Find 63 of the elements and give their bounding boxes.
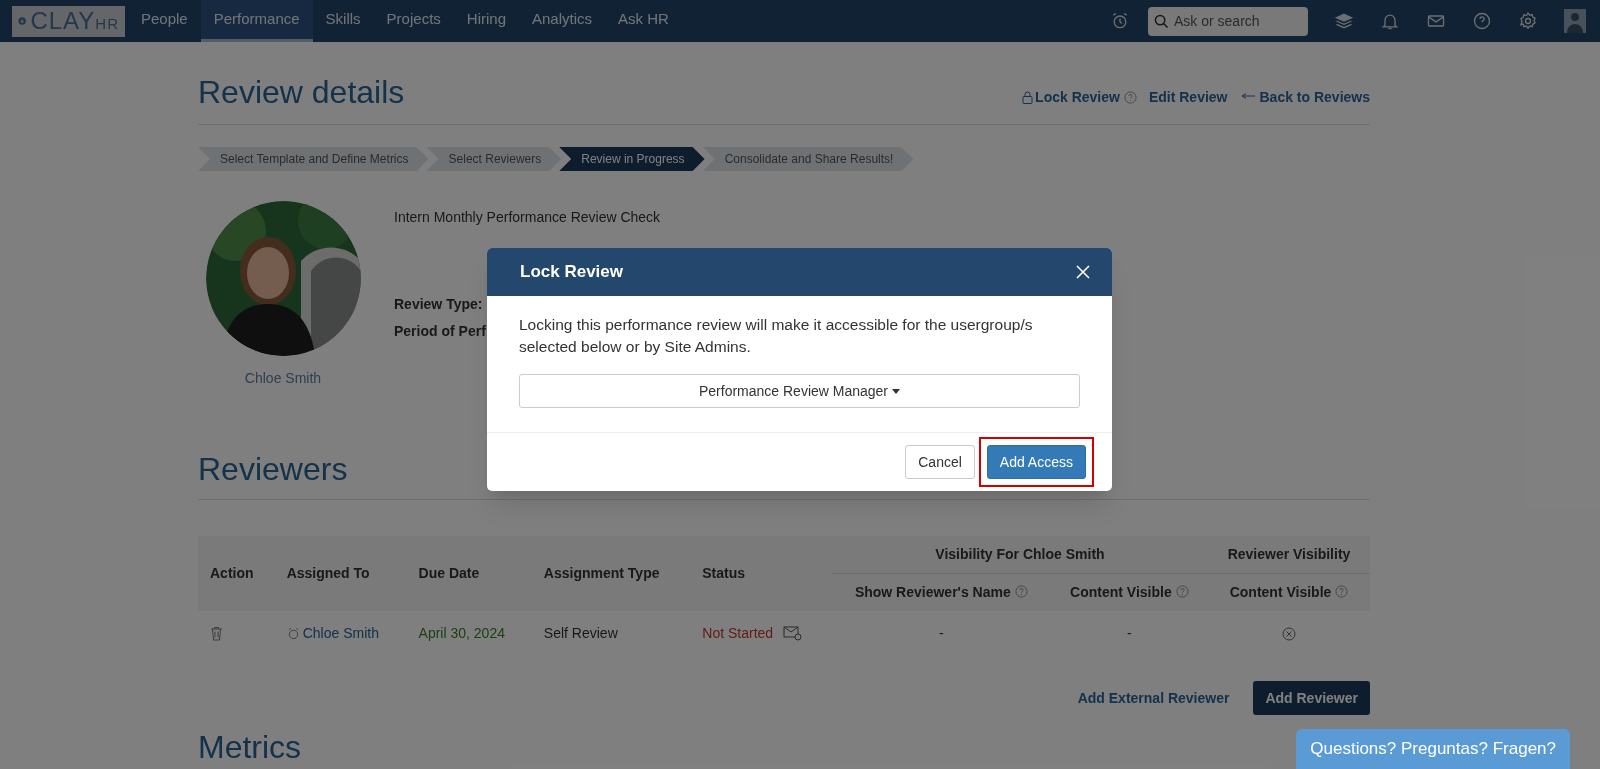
table-cell: -: [831, 611, 1051, 655]
page-title: Review details: [198, 73, 405, 112]
action-link[interactable]: Lock Review: [1035, 87, 1120, 108]
clay-hr-logo[interactable]: CLAYHR: [12, 5, 125, 37]
column-header: Content Visible: [1050, 573, 1208, 611]
search-field[interactable]: Ask or search: [1148, 6, 1308, 36]
dialog-title: Lock Review: [520, 261, 623, 284]
review-title: Intern Monthly Performance Review Check: [394, 208, 661, 227]
column-group-header: Reviewer Visibility: [1208, 536, 1370, 574]
progress-step: Review in Progress: [559, 147, 705, 171]
mail-resend-icon[interactable]: [783, 625, 804, 641]
field-label: Period of Perf: [394, 322, 486, 341]
help-icon: [1123, 91, 1137, 104]
progress-step: Select Reviewers: [426, 147, 562, 171]
dialog-message: Locking this performance review will make it accessible for the usergroup/s selected below or by Site Admins.: [519, 315, 1034, 357]
column-header: Content Visible: [1208, 573, 1370, 611]
column-header: Show Reviewer's Name: [831, 573, 1051, 611]
help-icon: [1175, 585, 1189, 598]
progress-step: Consolidate and Share Results!: [702, 147, 914, 171]
user-avatar-icon[interactable]: [1564, 9, 1586, 33]
circle-x-icon: [1282, 626, 1296, 641]
settings-icon[interactable]: [1518, 11, 1538, 31]
add-reviewer-button[interactable]: Add Reviewer: [1253, 681, 1370, 715]
help-icon: [1335, 585, 1349, 598]
nav-tab[interactable]: Analytics: [519, 0, 605, 42]
field-label: Review Type:: [394, 295, 483, 314]
column-header: Status: [690, 536, 832, 611]
layers-icon[interactable]: [1334, 11, 1354, 31]
caret-icon: [892, 388, 901, 394]
alarm-clock-icon[interactable]: [1110, 11, 1130, 31]
search-icon: [1154, 13, 1169, 29]
nav-tab[interactable]: Ask HR: [605, 0, 682, 42]
help-icon: [1014, 585, 1028, 598]
status-text: Not Started: [702, 623, 774, 643]
alarm-icon: [286, 626, 300, 640]
table-cell: -: [1050, 611, 1208, 655]
add-access-button[interactable]: Add Access: [986, 445, 1086, 479]
help-chat-button[interactable]: Questions? Preguntas? Fragen?: [1296, 729, 1570, 769]
column-header: Assignment Type: [531, 536, 691, 611]
nav-tab[interactable]: People: [128, 0, 201, 42]
column-header: Action: [198, 536, 275, 611]
help-icon[interactable]: [1472, 11, 1492, 31]
table-cell: April 30, 2024: [406, 611, 532, 655]
progress-step: Select Template and Define Metrics: [198, 147, 429, 171]
assignee-link[interactable]: Chloe Smith: [302, 622, 379, 644]
table-cell: Self Review: [531, 611, 691, 655]
close-icon[interactable]: [1076, 265, 1090, 279]
column-group-header: Visibility For Chloe Smith: [831, 536, 1208, 574]
cancel-button[interactable]: Cancel: [905, 445, 975, 479]
action-link[interactable]: Edit Review: [1148, 87, 1228, 108]
nav-tab[interactable]: Hiring: [453, 0, 519, 42]
reviewee-name: Chloe Smith: [244, 369, 322, 388]
add-external-reviewer-link[interactable]: Add External Reviewer: [1077, 687, 1230, 709]
trash-icon[interactable]: [210, 625, 223, 641]
section-title: Metrics: [198, 728, 302, 767]
logo-text: CLAYHR: [30, 9, 119, 33]
column-header: Due Date: [406, 536, 532, 611]
action-link[interactable]: Back to Reviews: [1259, 87, 1370, 108]
lock-icon: [1022, 91, 1034, 104]
nav-tab[interactable]: Projects: [373, 0, 454, 42]
column-header: Assigned To: [274, 536, 407, 611]
nav-tab[interactable]: Performance: [200, 0, 313, 42]
usergroup-dropdown[interactable]: Performance Review Manager: [519, 374, 1080, 408]
